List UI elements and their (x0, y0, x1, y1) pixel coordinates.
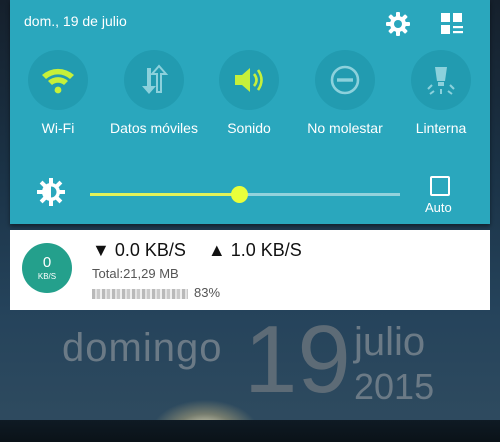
download-speed: 0.0 KB/S (114, 240, 186, 260)
auto-brightness-checkbox[interactable] (430, 176, 450, 196)
usage-detail: 83% (92, 285, 220, 300)
upload-arrow-icon: ▲ (207, 240, 226, 260)
brightness-icon (37, 178, 65, 206)
toggle-sound-circle (219, 50, 279, 110)
lockscreen-weekday: domingo (62, 326, 223, 370)
grid-edit-icon (441, 13, 463, 34)
speaker-icon (235, 68, 263, 92)
brightness-slider-fill (90, 193, 239, 196)
toggle-flashlight[interactable]: Linterna (393, 50, 489, 136)
upload-speed: 1.0 KB/S (230, 240, 302, 260)
toggle-wifi-label: Wi-Fi (41, 120, 75, 136)
toggle-flashlight-circle (411, 50, 471, 110)
brightness-slider-thumb[interactable] (230, 186, 248, 203)
wifi-icon (42, 68, 74, 94)
mobile-data-icon (142, 64, 169, 94)
badge-unit: KB/S (37, 272, 57, 281)
toggle-wifi[interactable]: Wi-Fi (10, 50, 106, 136)
toggle-sound-label: Sonido (227, 120, 271, 136)
horizon (0, 420, 500, 442)
panel-date: dom., 19 de julio (24, 13, 127, 29)
flashlight-icon (427, 67, 455, 95)
total-usage: Total:21,29 MB (92, 266, 179, 281)
network-speed-notification[interactable]: 0 KB/S ▼ 0.0 KB/S ▲ 1.0 KB/S Total:21,29… (10, 230, 490, 310)
toggle-wifi-circle (28, 50, 88, 110)
brightness-row: Auto (10, 174, 490, 220)
lockscreen-year: 2015 (354, 366, 435, 407)
speed-badge: 0 KB/S (22, 243, 72, 293)
toggle-mobile-data[interactable]: Datos móviles (106, 50, 202, 136)
toggle-flashlight-label: Linterna (415, 120, 467, 136)
speed-line: ▼ 0.0 KB/S ▲ 1.0 KB/S (92, 240, 302, 261)
toggle-dnd-circle (315, 50, 375, 110)
lockscreen-day-number: 19 (244, 306, 351, 413)
gear-icon (386, 12, 410, 36)
settings-button[interactable] (384, 10, 412, 38)
lockscreen-month: julio (354, 320, 426, 364)
notification-panel: dom., 19 de julio Wi-Fi Datos móviles So… (10, 0, 490, 224)
badge-value: 0 (42, 254, 52, 271)
edit-toggles-button[interactable] (438, 10, 466, 38)
toggle-dnd-label: No molestar (307, 120, 383, 136)
toggle-sound[interactable]: Sonido (201, 50, 297, 136)
toggle-mobile-data-circle (124, 50, 184, 110)
quick-toggles: Wi-Fi Datos móviles Sonido No molestar L… (10, 50, 490, 160)
auto-brightness-label: Auto (425, 200, 452, 215)
brightness-slider[interactable] (90, 186, 400, 203)
redacted-text (92, 288, 188, 299)
toggle-do-not-disturb[interactable]: No molestar (297, 50, 393, 136)
do-not-disturb-icon (330, 65, 360, 95)
usage-percent: 83% (194, 285, 221, 300)
toggle-mobile-data-label: Datos móviles (110, 120, 198, 136)
download-arrow-icon: ▼ (92, 240, 110, 260)
lockscreen-date: domingo 19 julio 2015 (0, 310, 500, 420)
